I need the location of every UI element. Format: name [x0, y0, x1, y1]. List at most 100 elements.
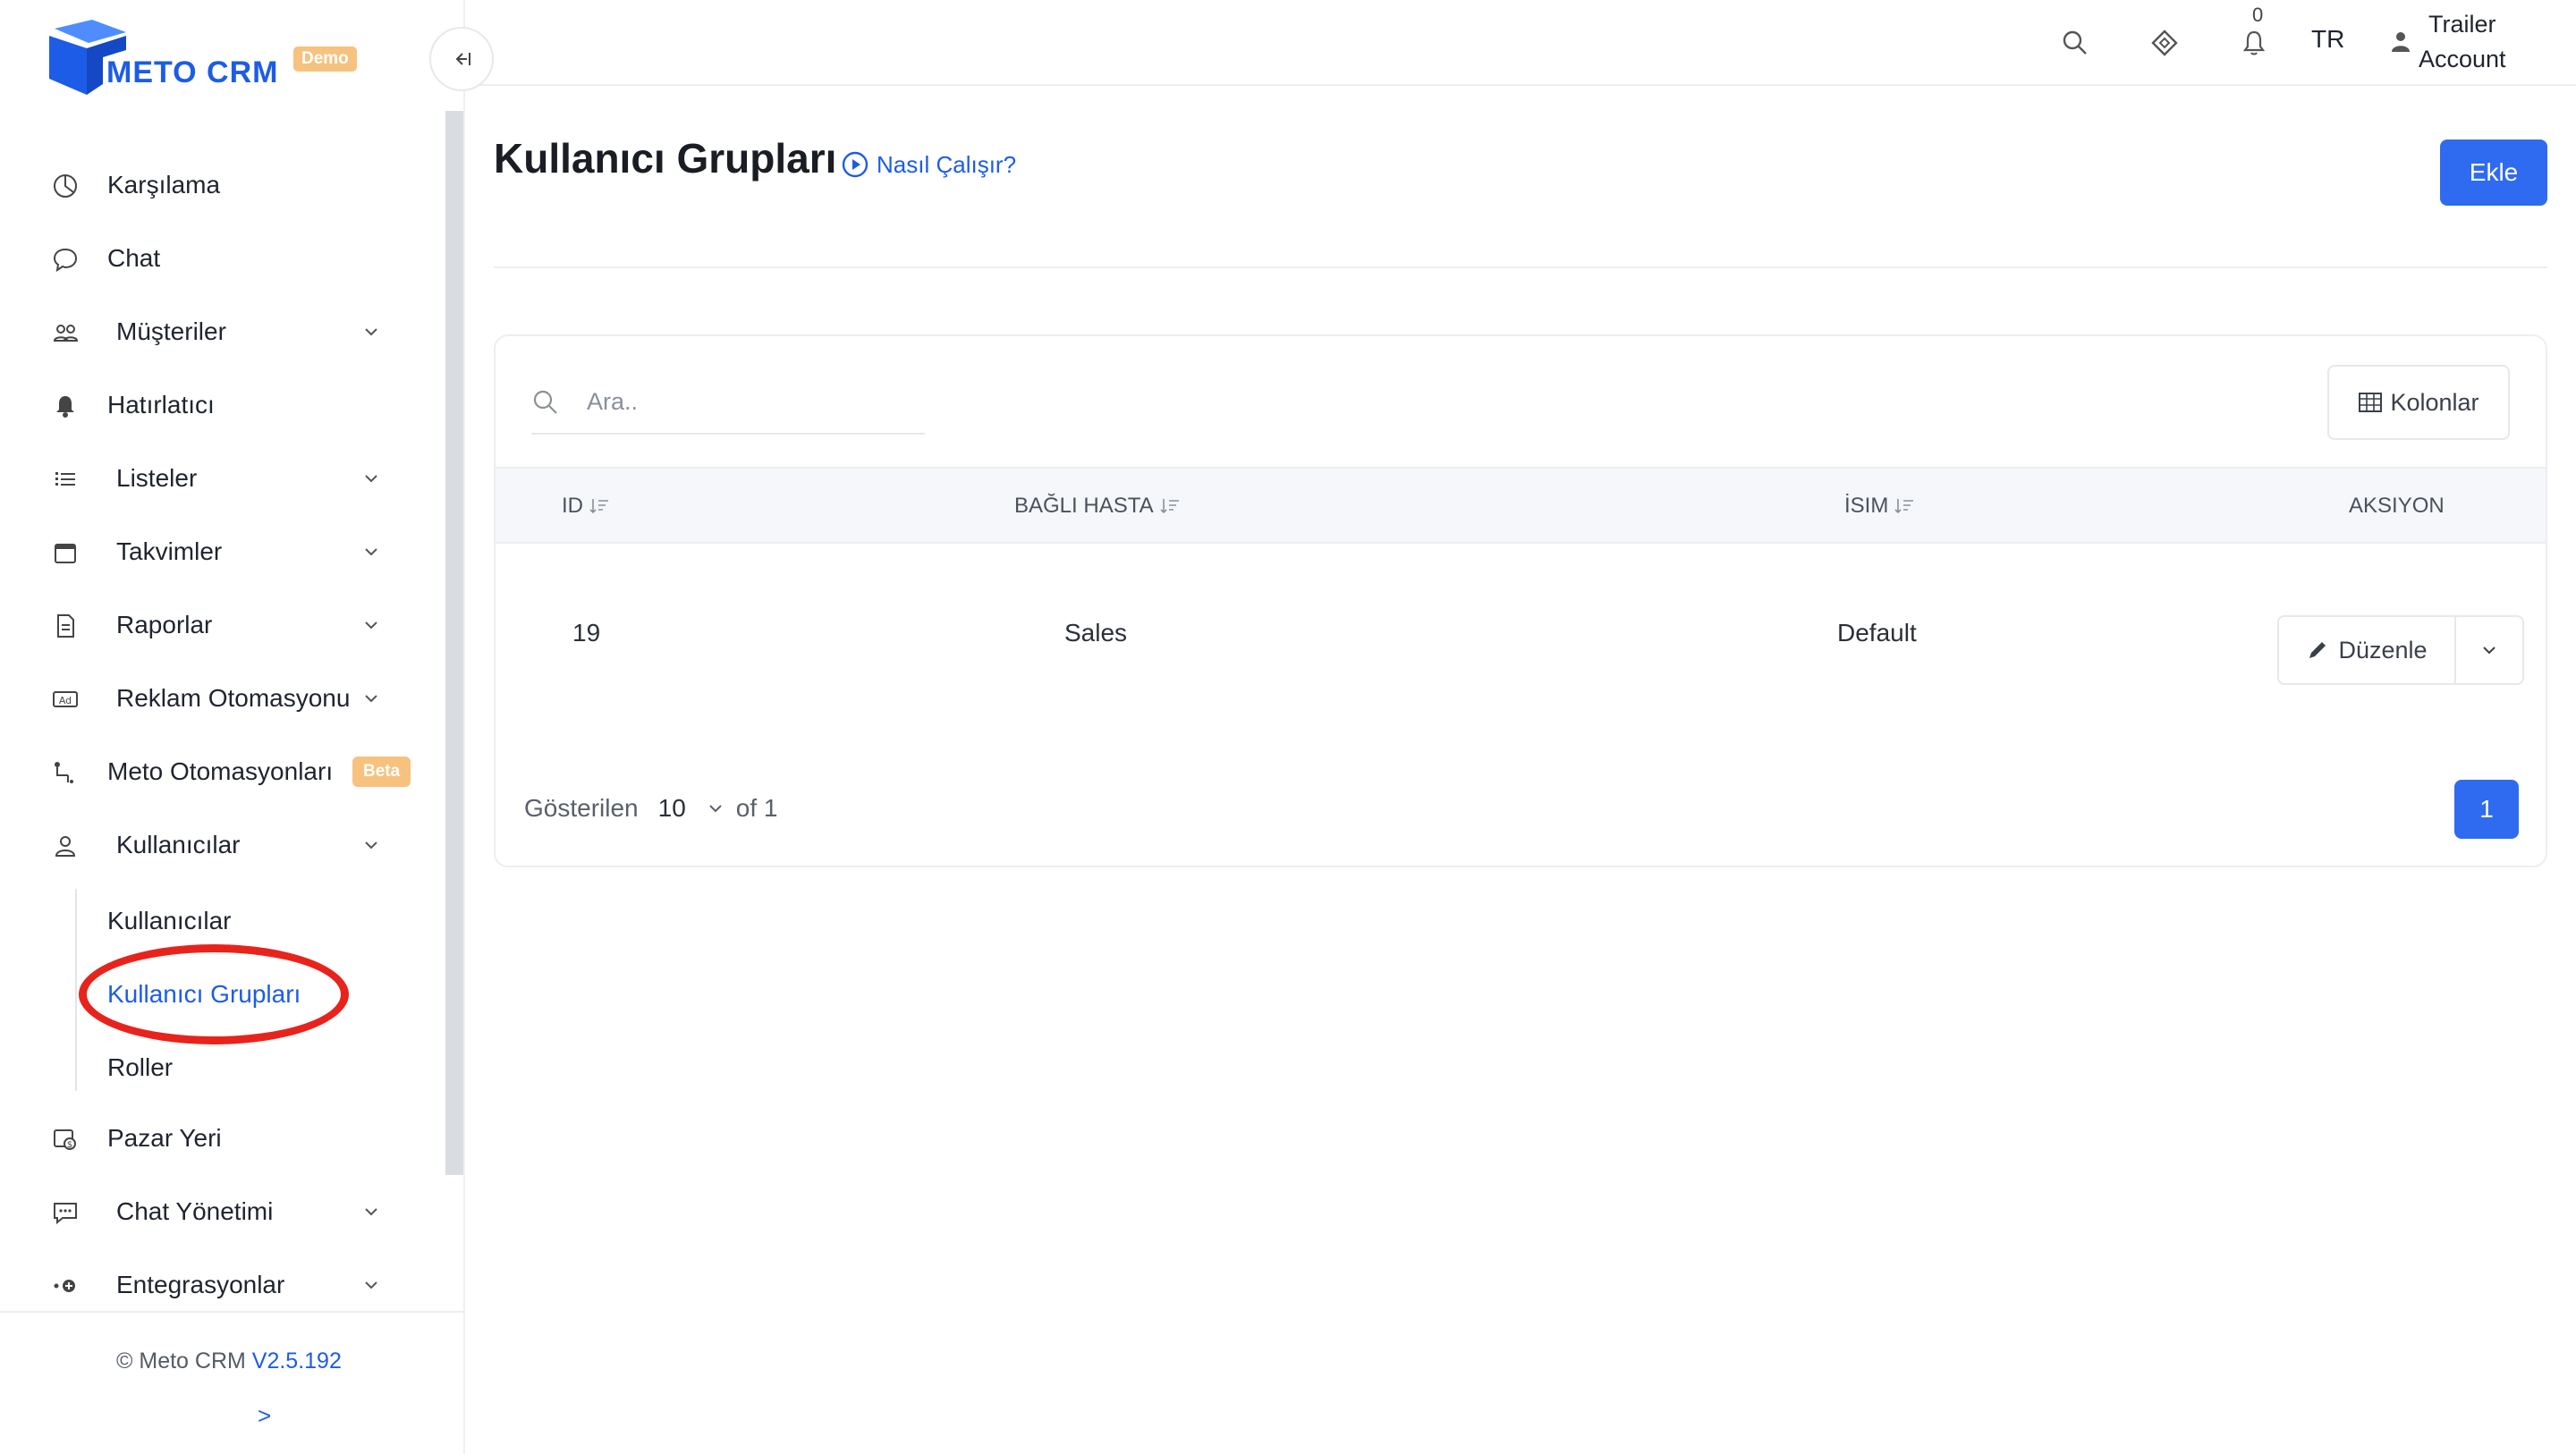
- notification-bell-icon[interactable]: [2238, 27, 2270, 59]
- sidebar: METO CRM Demo Karşılama Chat Müşteriler: [0, 0, 465, 1454]
- sidebar-item-label: Raporlar: [116, 611, 213, 638]
- highlight-ring: [79, 944, 349, 1044]
- column-header-label: AKSIYON: [2349, 494, 2445, 518]
- collapse-sidebar-button[interactable]: [429, 27, 494, 91]
- chat-bubble-icon: [52, 246, 79, 273]
- sidebar-item-chat-yonetimi[interactable]: Chat Yönetimi: [0, 1175, 447, 1248]
- chevron-down-icon: [365, 841, 377, 850]
- table-grid-icon: [2359, 393, 2383, 412]
- sidebar-item-listeler[interactable]: Listeler: [0, 442, 447, 515]
- column-header-id[interactable]: ID: [562, 494, 610, 519]
- sidebar-item-label: Chat Yönetimi: [116, 1197, 274, 1225]
- list-icon: [52, 466, 79, 493]
- customers-icon: [52, 319, 79, 346]
- sidebar-item-meto-otomasyonlari[interactable]: Meto Otomasyonları Beta: [0, 735, 447, 808]
- chevron-down-icon: [365, 695, 377, 703]
- sidebar-item-kullanicilar[interactable]: Kullanıcılar: [0, 808, 447, 882]
- sidebar-item-karsilama[interactable]: Karşılama: [0, 148, 447, 222]
- dashboard-icon: [52, 173, 79, 199]
- sort-icon: [589, 499, 608, 514]
- how-it-works-link[interactable]: Nasıl Çalışır?: [841, 150, 1016, 179]
- version-link[interactable]: V2.5.192: [252, 1348, 342, 1374]
- table-row: 19 Sales Default Düzenle: [496, 544, 2546, 731]
- chevron-down-icon[interactable]: [706, 799, 725, 818]
- chat-manage-icon: [52, 1199, 79, 1226]
- sidebar-item-reklam-otomasyonu[interactable]: Ad Reklam Otomasyonu: [0, 662, 447, 735]
- account-line-1: Trailer: [2428, 11, 2496, 38]
- calendar-icon: [52, 539, 79, 566]
- copyright-label: © Meto CRM: [116, 1348, 246, 1374]
- cell-id: 19: [572, 619, 601, 647]
- report-icon: [52, 613, 79, 639]
- account-line-2: Account: [2419, 46, 2506, 72]
- sidebar-item-label: Kullanıcılar: [116, 831, 241, 858]
- chevron-down-icon: [365, 621, 377, 630]
- logo-text: METO CRM: [106, 55, 279, 89]
- sidebar-item-label: Reklam Otomasyonu: [116, 684, 351, 712]
- add-button[interactable]: Ekle: [2440, 139, 2547, 206]
- page-title: Kullanıcı Grupları: [494, 135, 837, 182]
- chevron-down-icon: [2483, 647, 2496, 655]
- user-groups-table-card: Ara.. Kolonlar ID BAĞLI HASTA İSIM AKSIY…: [494, 334, 2547, 867]
- edit-button-label: Düzenle: [2338, 636, 2428, 664]
- beta-badge: Beta: [352, 757, 411, 787]
- sort-icon: [1160, 499, 1179, 514]
- sort-icon: [1894, 499, 1914, 514]
- search-icon[interactable]: [2059, 27, 2091, 59]
- sidebar-item-raporlar[interactable]: Raporlar: [0, 588, 447, 662]
- ad-icon: Ad: [52, 686, 79, 713]
- sidebar-item-pazar-yeri[interactable]: $ Pazar Yeri: [0, 1102, 447, 1175]
- sidebar-item-label: Chat: [107, 244, 161, 272]
- search-icon: [533, 390, 557, 414]
- language-switcher[interactable]: TR: [2311, 25, 2344, 54]
- sidebar-scrollbar[interactable]: [445, 111, 463, 1175]
- collapse-arrow-icon: [455, 53, 470, 65]
- diamond-icon[interactable]: [2148, 27, 2181, 59]
- chevron-down-icon: [365, 1281, 377, 1289]
- column-header-label: ID: [562, 494, 583, 518]
- sidebar-footer: © Meto CRM V2.5.192 >: [0, 1311, 465, 1454]
- top-bar: 0 TR Trailer Account: [465, 0, 2576, 86]
- column-header-name[interactable]: İSIM: [1844, 494, 1915, 519]
- sidebar-item-label: Hatırlatıcı: [107, 391, 215, 418]
- account-menu[interactable]: Trailer Account: [2419, 7, 2506, 77]
- page-button-1[interactable]: 1: [2454, 780, 2519, 839]
- edit-button[interactable]: Düzenle: [2279, 617, 2456, 683]
- chevron-down-icon: [365, 548, 377, 556]
- sidebar-item-label: Listeler: [116, 464, 198, 492]
- sidebar-item-takvimler[interactable]: Takvimler: [0, 515, 447, 588]
- chevron-down-icon: [365, 1208, 377, 1216]
- sidebar-item-label: Meto Otomasyonları: [107, 757, 334, 785]
- chevron-down-icon: [365, 328, 377, 336]
- cell-name: Default: [1837, 619, 1917, 647]
- page-size-select[interactable]: 10: [658, 794, 686, 823]
- header-divider: [494, 266, 2547, 268]
- bell-icon: [52, 393, 79, 419]
- sidebar-item-chat[interactable]: Chat: [0, 222, 447, 295]
- sidebar-subitem-roller[interactable]: Roller: [107, 1050, 173, 1086]
- sidebar-subitem-kullanicilar[interactable]: Kullanıcılar: [107, 903, 232, 939]
- sidebar-item-label: Karşılama: [107, 171, 221, 199]
- row-action-dropdown[interactable]: [2456, 617, 2522, 683]
- column-header-action: AKSIYON: [2349, 494, 2445, 519]
- marketplace-icon: $: [52, 1126, 79, 1153]
- integration-icon: [52, 1272, 79, 1299]
- svg-text:Ad: Ad: [59, 695, 72, 706]
- sidebar-item-hatirlatici[interactable]: Hatırlatıcı: [0, 368, 447, 442]
- total-pages-label: of 1: [735, 794, 778, 822]
- search-box: Ara..: [531, 370, 925, 435]
- chevron-down-icon: [365, 475, 377, 483]
- column-header-label: İSIM: [1844, 494, 1889, 518]
- table-header: ID BAĞLI HASTA İSIM AKSIYON: [496, 467, 2546, 544]
- how-it-works-label: Nasıl Çalışır?: [877, 150, 1017, 178]
- app-logo[interactable]: METO CRM Demo: [49, 20, 371, 97]
- columns-button[interactable]: Kolonlar: [2327, 365, 2510, 440]
- svg-text:$: $: [67, 1140, 72, 1150]
- user-icon: [52, 833, 79, 859]
- sidebar-item-musteriler[interactable]: Müşteriler: [0, 295, 447, 368]
- search-input[interactable]: Ara..: [587, 388, 638, 416]
- column-header-linked[interactable]: BAĞLI HASTA: [1014, 494, 1181, 519]
- columns-button-label: Kolonlar: [2390, 388, 2479, 416]
- expand-sidebar-button[interactable]: >: [258, 1402, 271, 1430]
- cell-linked: Sales: [1064, 619, 1128, 647]
